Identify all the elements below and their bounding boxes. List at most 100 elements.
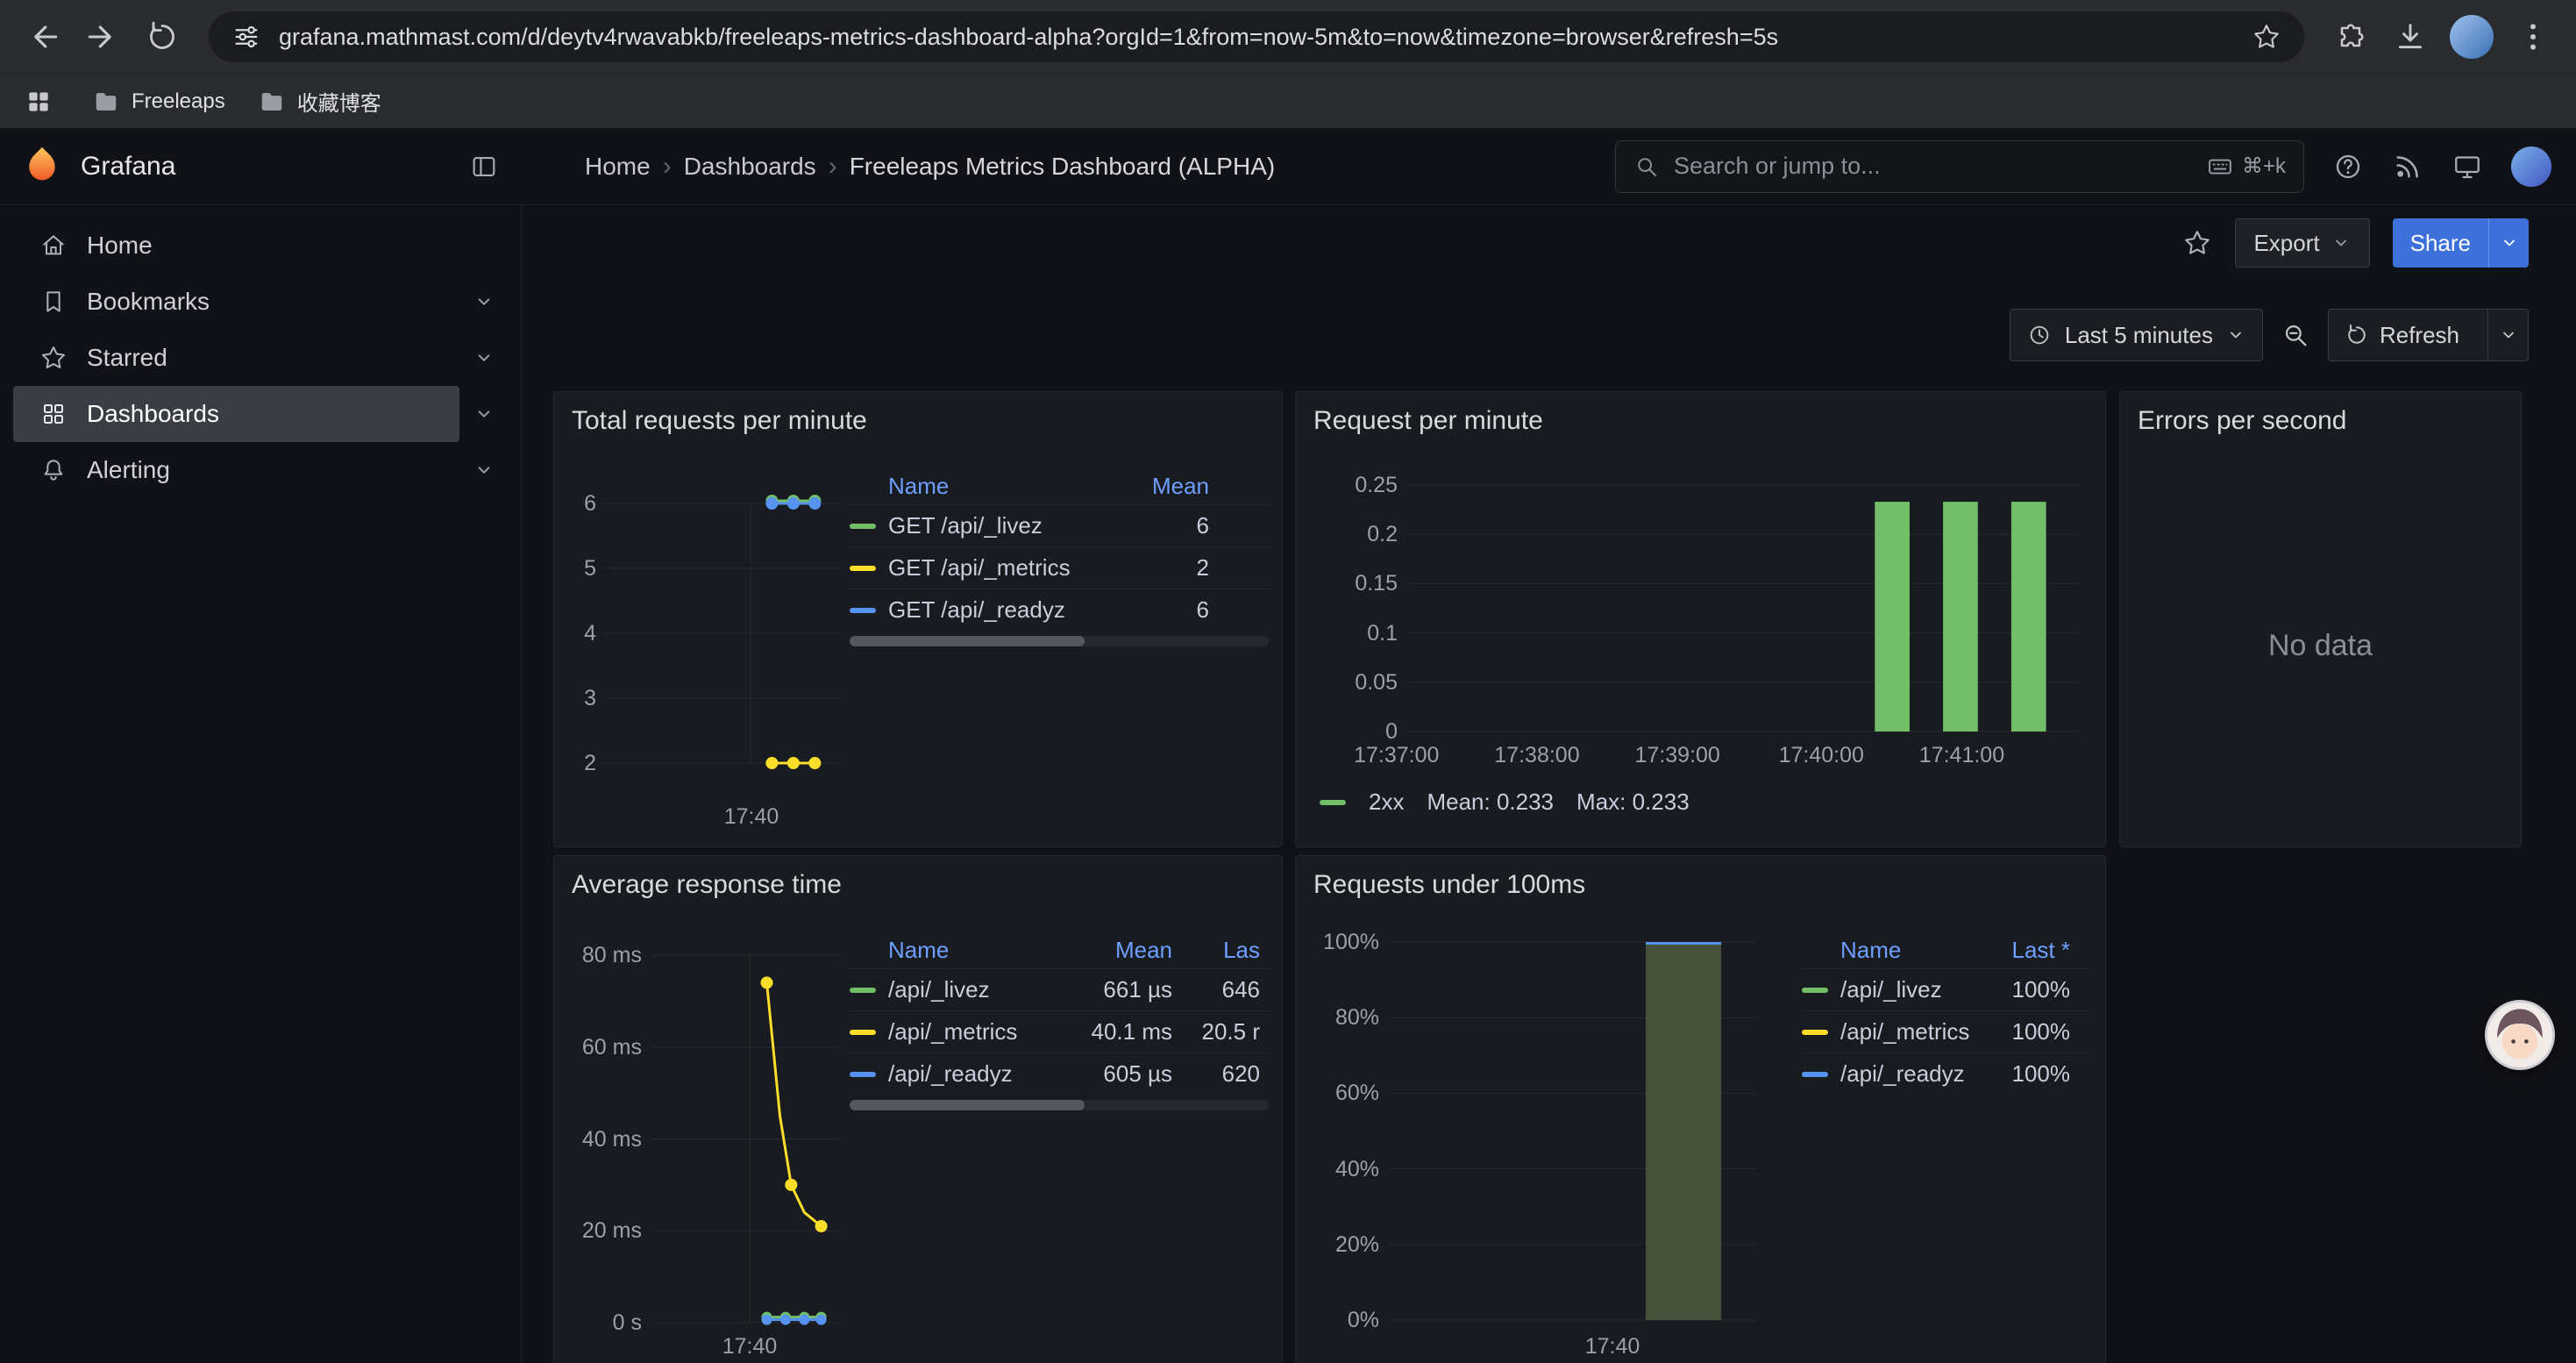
help-icon [2332,151,2364,182]
site-settings-icon[interactable] [231,22,261,52]
chevron-down-icon [2499,232,2520,253]
expand-dashboards-button[interactable] [459,389,509,439]
panel-requests-under-100ms: Requests under 100ms 100%80%60%40%20%0% … [1295,855,2106,1363]
browser-profile-avatar[interactable] [2450,15,2494,59]
reload-button[interactable] [135,10,189,64]
scrollbar-thumb[interactable] [850,636,1085,646]
favorite-dashboard-button[interactable] [2182,228,2212,258]
bookmark-folder-freeleaps[interactable]: Freeleaps [93,89,225,115]
legend-header-name[interactable]: Name [1840,937,1974,964]
sidebar-item-label: Bookmarks [87,288,210,316]
expand-starred-button[interactable] [459,333,509,382]
series-color-dash [850,988,876,993]
dock-sidebar-icon [469,152,499,182]
share-dropdown[interactable] [2488,218,2529,268]
x-axis-label: 17:40 [694,804,808,830]
x-axis: 17:37:0017:38:0017:39:0017:40:0017:41:00 [1410,743,2079,769]
chevron-down-icon [473,346,495,369]
bookmark-star-icon[interactable] [2252,22,2281,52]
legend-scrollbar[interactable] [850,636,1269,646]
forward-icon [83,18,122,56]
legend-row[interactable]: /api/_metrics 100% [1802,1010,2089,1053]
legend[interactable]: 2xx Mean: 0.233 Max: 0.233 [1320,789,1690,816]
back-button[interactable] [16,10,70,64]
share-button[interactable]: Share [2393,218,2529,268]
zoom-out-button[interactable] [2281,320,2310,350]
sidebar-item-starred[interactable]: Starred [13,330,459,386]
scrollbar-thumb[interactable] [850,1100,1085,1110]
reload-icon [145,19,180,54]
refresh-button[interactable]: Refresh [2328,309,2529,361]
panel-title[interactable]: Errors per second [2138,406,2346,436]
panel-title[interactable]: Average response time [572,870,842,900]
legend-header-name[interactable]: Name [888,937,1064,964]
help-button[interactable] [2332,151,2364,182]
grafana-logo[interactable] [23,145,61,188]
rss-icon [2392,151,2423,182]
chart-area[interactable] [652,955,840,1323]
legend-row[interactable]: GET /api/_readyz 6 [850,589,1269,631]
legend-header-name[interactable]: Name [888,473,1121,500]
export-button[interactable]: Export [2235,218,2369,268]
url-bar[interactable]: grafana.mathmast.com/d/deytv4rwavabkb/fr… [209,11,2304,62]
breadcrumb: Home › Dashboards › Freeleaps Metrics Da… [522,152,1275,182]
legend-row[interactable]: /api/_readyz 100% [1802,1053,2089,1095]
news-button[interactable] [2392,151,2423,182]
url-text[interactable]: grafana.mathmast.com/d/deytv4rwavabkb/fr… [279,24,2234,51]
legend-row[interactable]: GET /api/_metrics 2 [850,546,1269,589]
chevron-down-icon [473,403,495,425]
dock-menu-button[interactable] [469,152,499,182]
search-input[interactable]: Search or jump to... ⌘+k [1615,140,2304,193]
breadcrumb-dashboards[interactable]: Dashboards [684,153,816,181]
user-avatar[interactable] [2511,146,2551,187]
search-shortcut: ⌘+k [2207,153,2286,180]
legend-row[interactable]: /api/_metrics 40.1 ms 20.5 r [850,1010,1269,1053]
chart-area[interactable] [1388,942,1756,1320]
legend-row[interactable]: /api/_readyz 605 µs 620 [850,1053,1269,1095]
y-axis: 0.250.20.150.10.050 [1296,485,1398,731]
panel-total-requests: Total requests per minute 65432 17:40 Na… [553,391,1283,847]
chevron-down-icon [2330,232,2352,253]
legend-header-last[interactable]: Last * [1974,937,2070,964]
kiosk-mode-button[interactable] [2451,151,2483,182]
refresh-interval-dropdown[interactable] [2487,310,2528,360]
forward-button[interactable] [75,10,130,64]
assistant-avatar[interactable] [2485,1000,2555,1070]
legend-table: Name Mean Las /api/_livez 661 µs 646 /ap… [850,931,1269,1110]
apps-grid-button[interactable] [18,81,60,123]
panel-title[interactable]: Requests under 100ms [1313,870,1585,900]
clock-icon [2026,322,2053,348]
panel-title[interactable]: Total requests per minute [572,406,867,436]
sidebar-item-alerting[interactable]: Alerting [13,442,459,498]
breadcrumb-separator: › [663,152,672,182]
legend-header-mean[interactable]: Mean [1121,473,1209,500]
apps-grid-icon [25,88,53,116]
search-icon [1633,153,1660,180]
legend-row[interactable]: /api/_livez 100% [1802,968,2089,1010]
sidebar-item-home[interactable]: Home [13,218,509,274]
time-range-picker[interactable]: Last 5 minutes [2010,309,2263,361]
legend-row[interactable]: GET /api/_livez 6 [850,504,1269,546]
legend-header-mean[interactable]: Mean [1064,937,1172,964]
legend-scrollbar[interactable] [850,1100,1269,1110]
chart-area[interactable] [605,503,843,763]
downloads-button[interactable] [2383,10,2437,64]
chevron-down-icon [2225,325,2246,346]
extensions-button[interactable] [2323,10,2378,64]
series-color-dash [1802,1030,1828,1035]
sidebar-item-bookmarks[interactable]: Bookmarks [13,274,459,330]
panel-title[interactable]: Request per minute [1313,406,1543,436]
dashboard-content: Export Share Last 5 minutes [522,205,2576,1363]
avatar-image [2487,1003,2552,1067]
chart-area[interactable] [1410,485,2079,731]
browser-menu-button[interactable] [2506,10,2560,64]
breadcrumb-home[interactable]: Home [585,153,651,181]
x-axis-label: 17:40 [697,1334,802,1359]
legend-row[interactable]: /api/_livez 661 µs 646 [850,968,1269,1010]
legend-header-last[interactable]: Las [1172,937,1260,964]
series-color-dash [1802,988,1828,993]
expand-alerting-button[interactable] [459,446,509,495]
sidebar-item-dashboards[interactable]: Dashboards [13,386,459,442]
bookmark-folder-blogs[interactable]: 收藏博客 [259,86,381,117]
expand-bookmarks-button[interactable] [459,277,509,326]
